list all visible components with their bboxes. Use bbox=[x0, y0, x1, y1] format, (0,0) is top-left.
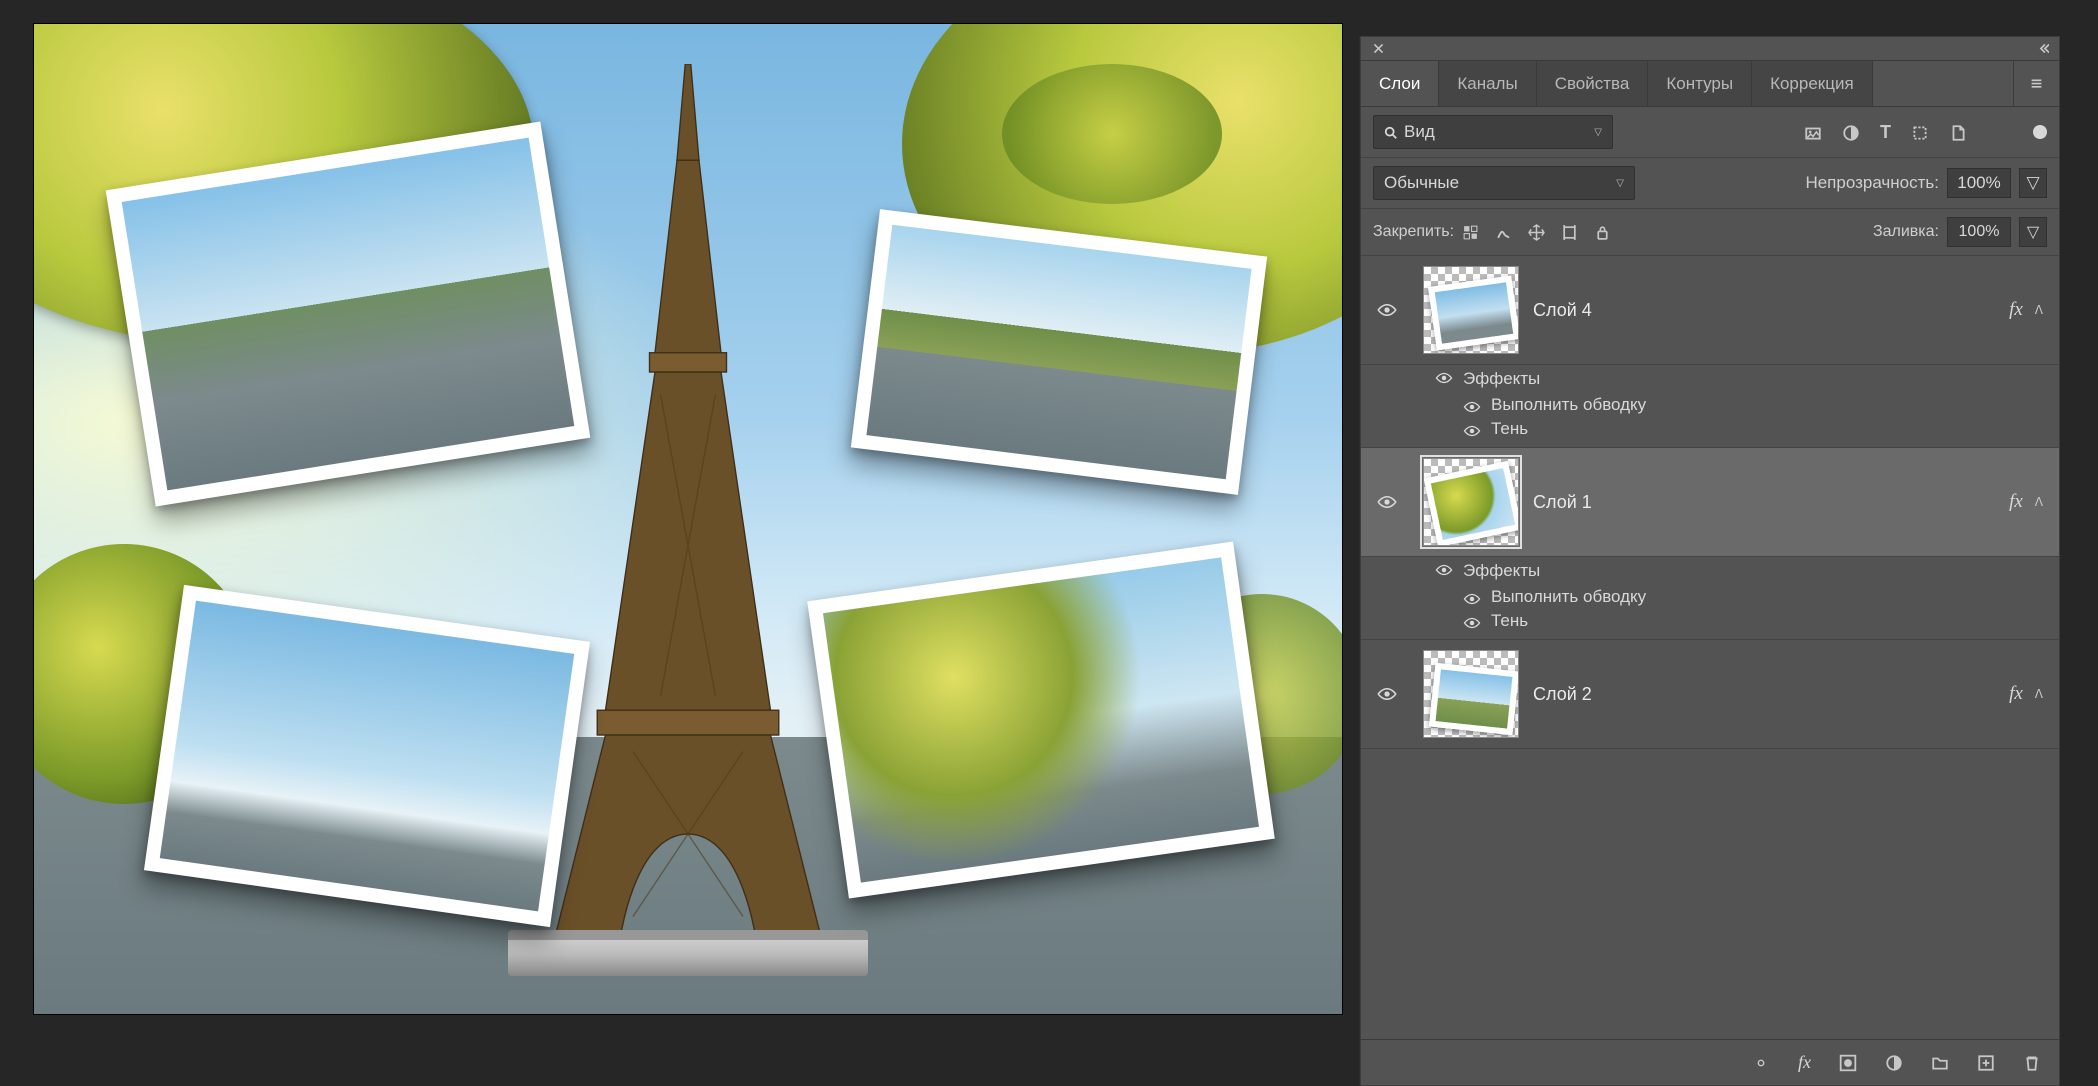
panel-menu-icon[interactable] bbox=[2013, 61, 2059, 106]
opacity-label: Непрозрачность: bbox=[1805, 173, 1939, 193]
photo-card[interactable] bbox=[144, 585, 590, 927]
visibility-toggle[interactable] bbox=[1376, 687, 1398, 701]
effects-title: Эффекты bbox=[1463, 561, 1540, 581]
layer-list[interactable]: Слой 4 fx ᐱ Эффекты Выполнить о bbox=[1361, 256, 2059, 1039]
tab-channels[interactable]: Каналы bbox=[1439, 61, 1536, 106]
blend-mode-dropdown[interactable]: Обычные ▽ bbox=[1373, 166, 1635, 200]
visibility-toggle[interactable] bbox=[1376, 495, 1398, 509]
layer-row[interactable]: Слой 2 fx ᐱ bbox=[1361, 640, 2059, 749]
close-icon[interactable] bbox=[1369, 40, 1387, 58]
layers-panel: Слои Каналы Свойства Контуры Коррекция В… bbox=[1360, 36, 2060, 1086]
fill-label: Заливка: bbox=[1873, 223, 1939, 241]
fx-badge[interactable]: fx bbox=[2009, 683, 2023, 705]
photo-card[interactable] bbox=[851, 209, 1267, 495]
layer-thumbnail[interactable] bbox=[1423, 458, 1519, 546]
fx-badge[interactable]: fx bbox=[2009, 299, 2023, 321]
link-layers-icon[interactable] bbox=[1752, 1052, 1770, 1073]
filter-shape-icon[interactable] bbox=[1911, 122, 1929, 143]
filter-toggle-icon[interactable] bbox=[2033, 125, 2047, 139]
effect-shadow[interactable]: Тень bbox=[1491, 611, 1528, 631]
layer-thumbnail[interactable] bbox=[1423, 650, 1519, 738]
new-layer-icon[interactable] bbox=[1977, 1052, 1995, 1073]
effect-stroke[interactable]: Выполнить обводку bbox=[1491, 587, 1646, 607]
layer-name[interactable]: Слой 2 bbox=[1533, 684, 1592, 705]
filter-adjust-icon[interactable] bbox=[1842, 122, 1860, 143]
opacity-stepper[interactable]: ▽ bbox=[2019, 168, 2047, 198]
opacity-value[interactable]: 100% bbox=[1947, 168, 2011, 198]
layer-filter-dropdown[interactable]: Вид ▽ bbox=[1373, 115, 1613, 149]
layer-thumbnail[interactable] bbox=[1423, 266, 1519, 354]
new-group-icon[interactable] bbox=[1931, 1052, 1949, 1073]
lock-transparency-icon[interactable] bbox=[1462, 222, 1479, 242]
visibility-toggle[interactable] bbox=[1435, 564, 1453, 578]
layer-row[interactable]: Слой 1 fx ᐱ bbox=[1361, 448, 2059, 557]
visibility-toggle[interactable] bbox=[1463, 398, 1481, 412]
effects-title: Эффекты bbox=[1463, 369, 1540, 389]
visibility-toggle[interactable] bbox=[1376, 303, 1398, 317]
effects-group: Эффекты Выполнить обводку Тень bbox=[1361, 557, 2059, 640]
lock-label: Закрепить: bbox=[1373, 223, 1454, 241]
document-canvas[interactable] bbox=[34, 24, 1342, 1014]
fx-badge[interactable]: fx bbox=[2009, 491, 2023, 513]
lock-all-icon[interactable] bbox=[1594, 222, 1611, 242]
visibility-toggle[interactable] bbox=[1463, 590, 1481, 604]
effect-stroke[interactable]: Выполнить обводку bbox=[1491, 395, 1646, 415]
effects-caret[interactable]: ᐱ bbox=[2035, 687, 2043, 701]
tab-paths[interactable]: Контуры bbox=[1648, 61, 1752, 106]
layer-panel-footer: fx bbox=[1361, 1039, 2059, 1085]
filter-smart-icon[interactable] bbox=[1949, 122, 1967, 143]
photo-card[interactable] bbox=[106, 122, 591, 507]
add-style-icon[interactable]: fx bbox=[1798, 1052, 1811, 1073]
effects-group: Эффекты Выполнить обводку Тень bbox=[1361, 365, 2059, 448]
fill-stepper[interactable]: ▽ bbox=[2019, 217, 2047, 247]
layer-row[interactable]: Слой 4 fx ᐱ bbox=[1361, 256, 2059, 365]
lock-image-icon[interactable] bbox=[1495, 222, 1512, 242]
filter-pixel-icon[interactable] bbox=[1804, 122, 1822, 143]
tab-layers[interactable]: Слои bbox=[1361, 61, 1439, 106]
filter-text-icon[interactable]: T bbox=[1880, 122, 1891, 143]
visibility-toggle[interactable] bbox=[1435, 372, 1453, 386]
search-icon bbox=[1384, 124, 1398, 140]
effects-caret[interactable]: ᐱ bbox=[2035, 495, 2043, 509]
chevron-down-icon: ▽ bbox=[1594, 127, 1602, 138]
layer-name[interactable]: Слой 4 bbox=[1533, 300, 1592, 321]
chevron-down-icon: ▽ bbox=[1616, 178, 1624, 189]
tab-properties[interactable]: Свойства bbox=[1537, 61, 1649, 106]
blend-mode-value: Обычные bbox=[1384, 173, 1459, 193]
add-mask-icon[interactable] bbox=[1839, 1052, 1857, 1073]
effects-caret[interactable]: ᐱ bbox=[2035, 303, 2043, 317]
photo-card[interactable] bbox=[807, 542, 1275, 899]
visibility-toggle[interactable] bbox=[1463, 422, 1481, 436]
collapse-icon[interactable] bbox=[2033, 40, 2051, 58]
layer-filter-label: Вид bbox=[1404, 122, 1435, 142]
effect-shadow[interactable]: Тень bbox=[1491, 419, 1528, 439]
lock-position-icon[interactable] bbox=[1528, 222, 1545, 242]
delete-layer-icon[interactable] bbox=[2023, 1052, 2041, 1073]
tab-adjustments[interactable]: Коррекция bbox=[1752, 61, 1873, 106]
fill-value[interactable]: 100% bbox=[1947, 217, 2011, 247]
add-adjustment-icon[interactable] bbox=[1885, 1052, 1903, 1073]
lock-artboard-icon[interactable] bbox=[1561, 222, 1578, 242]
layer-name[interactable]: Слой 1 bbox=[1533, 492, 1592, 513]
visibility-toggle[interactable] bbox=[1463, 614, 1481, 628]
